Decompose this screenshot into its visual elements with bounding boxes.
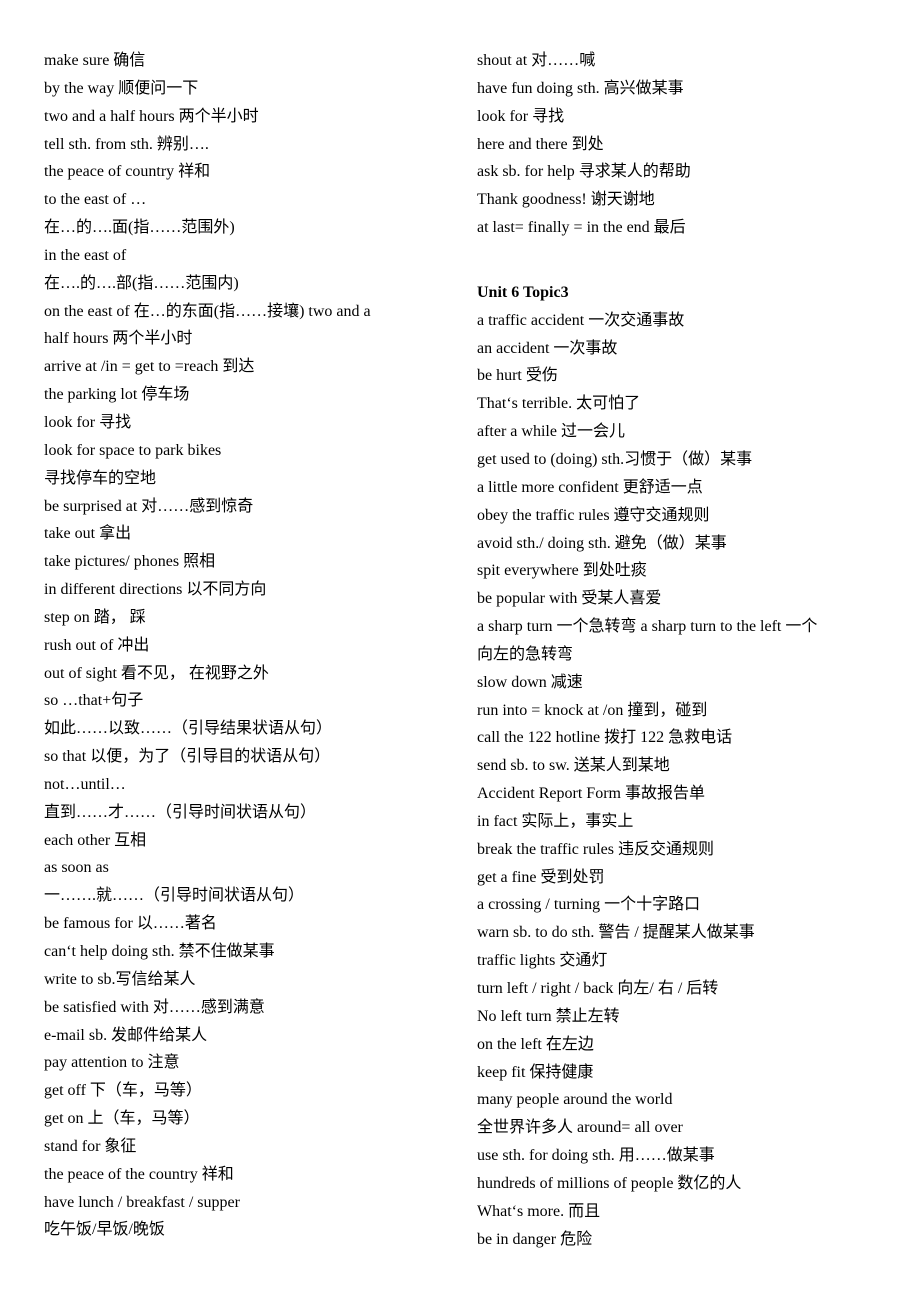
right-column-top-list: shout at 对……喊 have fun doing sth. 高兴做某事 lo…	[477, 47, 892, 242]
vocabulary-line: tell sth. from sth. 辨别….	[44, 135, 209, 153]
vocabulary-line: on the east of 在…的东面(指……接壤) two and a	[44, 302, 371, 320]
vocabulary-line: in different directions 以不同方向	[44, 581, 267, 599]
vocabulary-line: No left turn 禁止左转	[477, 1007, 620, 1025]
vocabulary-line: traffic lights 交通灯	[477, 952, 608, 970]
vocabulary-line: 一…….就……（引导时间状语从句）	[44, 887, 305, 905]
section-heading: Unit 6 Topic3	[477, 283, 569, 301]
vocabulary-line: can‘t help doing sth. 禁不住做某事	[44, 943, 275, 960]
vocabulary-line: get on 上（车，马等）	[44, 1110, 200, 1128]
vocabulary-line: have lunch / breakfast / supper	[44, 1193, 240, 1211]
vocabulary-line: a little more confident 更舒适一点	[477, 478, 703, 496]
vocabulary-line: 全世界许多人 around= all over	[477, 1119, 683, 1137]
vocabulary-line: in fact 实际上，事实上	[477, 812, 634, 830]
vocabulary-line: the peace of country 祥和	[44, 163, 211, 181]
vocabulary-line: a sharp turn 一个急转弯 a sharp turn to the l…	[477, 618, 818, 636]
vocabulary-line: Accident Report Form 事故报告单	[477, 785, 705, 803]
vocabulary-line: two and a half hours 两个半小时	[44, 107, 259, 125]
vocabulary-line: 在….的….部(指……范围内)	[44, 274, 239, 292]
vocabulary-line: a crossing / turning 一个十字路口	[477, 896, 701, 914]
vocabulary-line: many people around the world	[477, 1091, 673, 1109]
right-column: shout at 对……喊 have fun doing sth. 高兴做某事 lo…	[477, 47, 892, 1253]
vocabulary-line: slow down 减速	[477, 673, 583, 691]
vocabulary-line: Thank goodness! 谢天谢地	[477, 191, 655, 209]
vocabulary-line: look for space to park bikes	[44, 441, 222, 459]
vocabulary-line: look for 寻找	[477, 107, 565, 125]
vocabulary-line: ask sb. for help 寻求某人的帮助	[477, 163, 691, 181]
vocabulary-line: shout at 对……喊	[477, 52, 596, 69]
vocabulary-line: write to sb.写信给某人	[44, 970, 196, 988]
vocabulary-line: call the 122 hotline 拨打 122 急救电话	[477, 729, 733, 747]
vocabulary-line: obey the traffic rules 遵守交通规则	[477, 506, 710, 524]
vocabulary-line: be surprised at 对……感到惊奇	[44, 497, 254, 515]
vocabulary-line: spit everywhere 到处吐痰	[477, 562, 647, 580]
vocabulary-line: have fun doing sth. 高兴做某事	[477, 79, 684, 97]
vocabulary-line: step on 踏， 踩	[44, 608, 146, 626]
vocabulary-line: run into = knock at /on 撞到，碰到	[477, 701, 708, 719]
vocabulary-line: look for 寻找	[44, 413, 132, 431]
vocabulary-line: not…until…	[44, 775, 126, 793]
vocabulary-line: 向左的急转弯	[477, 645, 574, 663]
vocabulary-line: take out 拿出	[44, 525, 132, 543]
vocabulary-line: the parking lot 停车场	[44, 386, 190, 404]
vocabulary-line: What‘s more. 而且	[477, 1202, 601, 1220]
vocabulary-line: here and there 到处	[477, 135, 604, 153]
vocabulary-line: be satisfied with 对……感到满意	[44, 998, 265, 1016]
vocabulary-line: 在…的….面(指……范围外)	[44, 219, 235, 237]
vocabulary-line: an accident 一次事故	[477, 339, 618, 357]
vocabulary-line: be famous for 以……著名	[44, 915, 217, 933]
vocabulary-line: keep fit 保持健康	[477, 1063, 594, 1081]
vocabulary-line: each other 互相	[44, 831, 147, 849]
vocabulary-line: at last= finally = in the end 最后	[477, 219, 686, 237]
vocabulary-line: turn left / right / back 向左/ 右 / 后转	[477, 980, 719, 997]
vocabulary-line: rush out of 冲出	[44, 636, 150, 654]
vocabulary-line: get used to (doing) sth.习惯于（做）某事	[477, 450, 753, 468]
vocabulary-line: 寻找停车的空地	[44, 469, 157, 487]
vocabulary-line: pay attention to 注意	[44, 1054, 180, 1072]
vocabulary-line: avoid sth./ doing sth. 避免（做）某事	[477, 534, 727, 552]
vocabulary-line: use sth. for doing sth. 用……做某事	[477, 1147, 715, 1165]
vocabulary-line: out of sight 看不见， 在视野之外	[44, 664, 269, 682]
vocabulary-line: after a while 过一会儿	[477, 423, 625, 441]
vocabulary-line: take pictures/ phones 照相	[44, 553, 216, 571]
vocabulary-line: stand for 象征	[44, 1137, 137, 1155]
vocabulary-line: get off 下（车，马等）	[44, 1082, 202, 1100]
vocabulary-line: as soon as	[44, 859, 109, 877]
vocabulary-line: on the left 在左边	[477, 1035, 594, 1053]
vocabulary-line: make sure 确信	[44, 52, 146, 69]
vocabulary-line: arrive at /in = get to =reach 到达	[44, 358, 255, 376]
vocabulary-line: half hours 两个半小时	[44, 330, 193, 348]
vocabulary-line: be popular with 受某人喜爱	[477, 590, 662, 608]
vocabulary-line: break the traffic rules 违反交通规则	[477, 840, 714, 858]
left-column: make sure 确信 by the way 顺便问一下 two and a ha…	[44, 47, 459, 1244]
vocabulary-line: be hurt 受伤	[477, 367, 558, 385]
vocabulary-line: 吃午饭/早饭/晚饭	[44, 1221, 165, 1239]
vocabulary-line: so …that+句子	[44, 692, 144, 710]
vocabulary-line: by the way 顺便问一下	[44, 79, 199, 97]
vocabulary-line: That‘s terrible. 太可怕了	[477, 395, 641, 413]
vocabulary-line: so that 以便，为了（引导目的状语从句）	[44, 748, 331, 766]
vocabulary-line: be in danger 危险	[477, 1230, 593, 1248]
vocabulary-line: get a fine 受到处罚	[477, 868, 605, 886]
vocabulary-line: send sb. to sw. 送某人到某地	[477, 757, 670, 775]
vocabulary-line: warn sb. to do sth. 警告 / 提醒某人做某事	[477, 924, 755, 942]
unit-6-topic-3-list: a traffic accident 一次交通事故 an accident 一次事…	[477, 307, 892, 1254]
vocabulary-line: 如此……以致……（引导结果状语从句）	[44, 720, 333, 738]
vocabulary-line: to the east of …	[44, 191, 147, 209]
vocabulary-line: 直到……才……（引导时间状语从句）	[44, 803, 317, 821]
vocabulary-line: in the east of	[44, 246, 127, 264]
vocabulary-line: e-mail sb. 发邮件给某人	[44, 1026, 208, 1044]
vocabulary-line: a traffic accident 一次交通事故	[477, 311, 685, 329]
vocabulary-line: hundreds of millions of people 数亿的人	[477, 1174, 742, 1192]
vocabulary-line: the peace of the country 祥和	[44, 1165, 234, 1183]
